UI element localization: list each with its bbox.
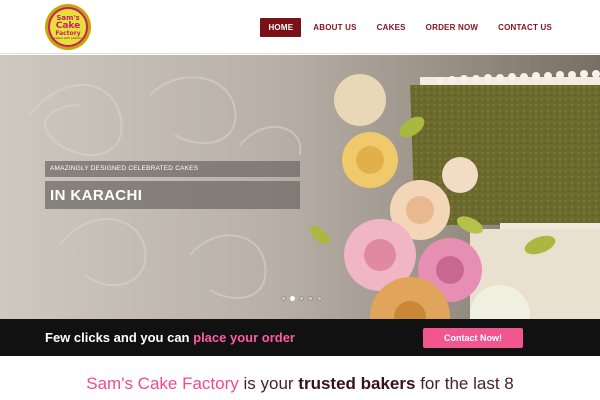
cta-text-plain: Few clicks and you can: [45, 330, 194, 345]
contact-now-button[interactable]: Contact Now!: [423, 328, 523, 348]
slider-pagination: [281, 296, 322, 301]
intro-brand: Sam's Cake Factory: [86, 374, 239, 393]
nav-contact-us[interactable]: CONTACT US: [490, 18, 560, 37]
hero-subtitle: AMAZINGLY DESIGNED CELEBRATED CAKES: [50, 165, 199, 172]
intro-heading: Sam's Cake Factory is your trusted baker…: [0, 374, 600, 394]
hero-title: IN KARACHI: [50, 187, 143, 204]
cta-text: Few clicks and you can place your order: [45, 330, 295, 345]
logo-tagline: Cakes with passion: [53, 35, 83, 40]
nav-cakes[interactable]: CAKES: [369, 18, 414, 37]
hero-slider[interactable]: AMAZINGLY DESIGNED CELEBRATED CAKES IN K…: [0, 55, 600, 319]
slider-dot-4[interactable]: [308, 296, 313, 301]
intro-bold-text: trusted bakers: [298, 374, 416, 393]
cta-bar: Few clicks and you can place your order …: [0, 319, 600, 356]
slider-dot-3[interactable]: [299, 296, 304, 301]
nav-home[interactable]: HOME: [260, 18, 302, 37]
logo-badge: Sam's Cake Factory Cakes with passion: [48, 7, 88, 47]
cta-text-highlight: place your order: [193, 330, 295, 345]
intro-section: Sam's Cake Factory is your trusted baker…: [0, 356, 600, 400]
intro-text-1: is your: [238, 374, 299, 393]
nav-about-us[interactable]: ABOUT US: [305, 18, 364, 37]
slider-dot-1[interactable]: [281, 296, 286, 301]
slider-dot-5[interactable]: [317, 296, 322, 301]
nav-order-now[interactable]: ORDER NOW: [418, 18, 486, 37]
main-nav: HOME ABOUT US CAKES ORDER NOW CONTACT US: [260, 18, 560, 37]
site-logo[interactable]: Sam's Cake Factory Cakes with passion: [45, 4, 91, 50]
site-header: Sam's Cake Factory Cakes with passion HO…: [0, 0, 600, 54]
slider-dot-2[interactable]: [290, 296, 295, 301]
intro-text-2: for the last 8: [415, 374, 514, 393]
